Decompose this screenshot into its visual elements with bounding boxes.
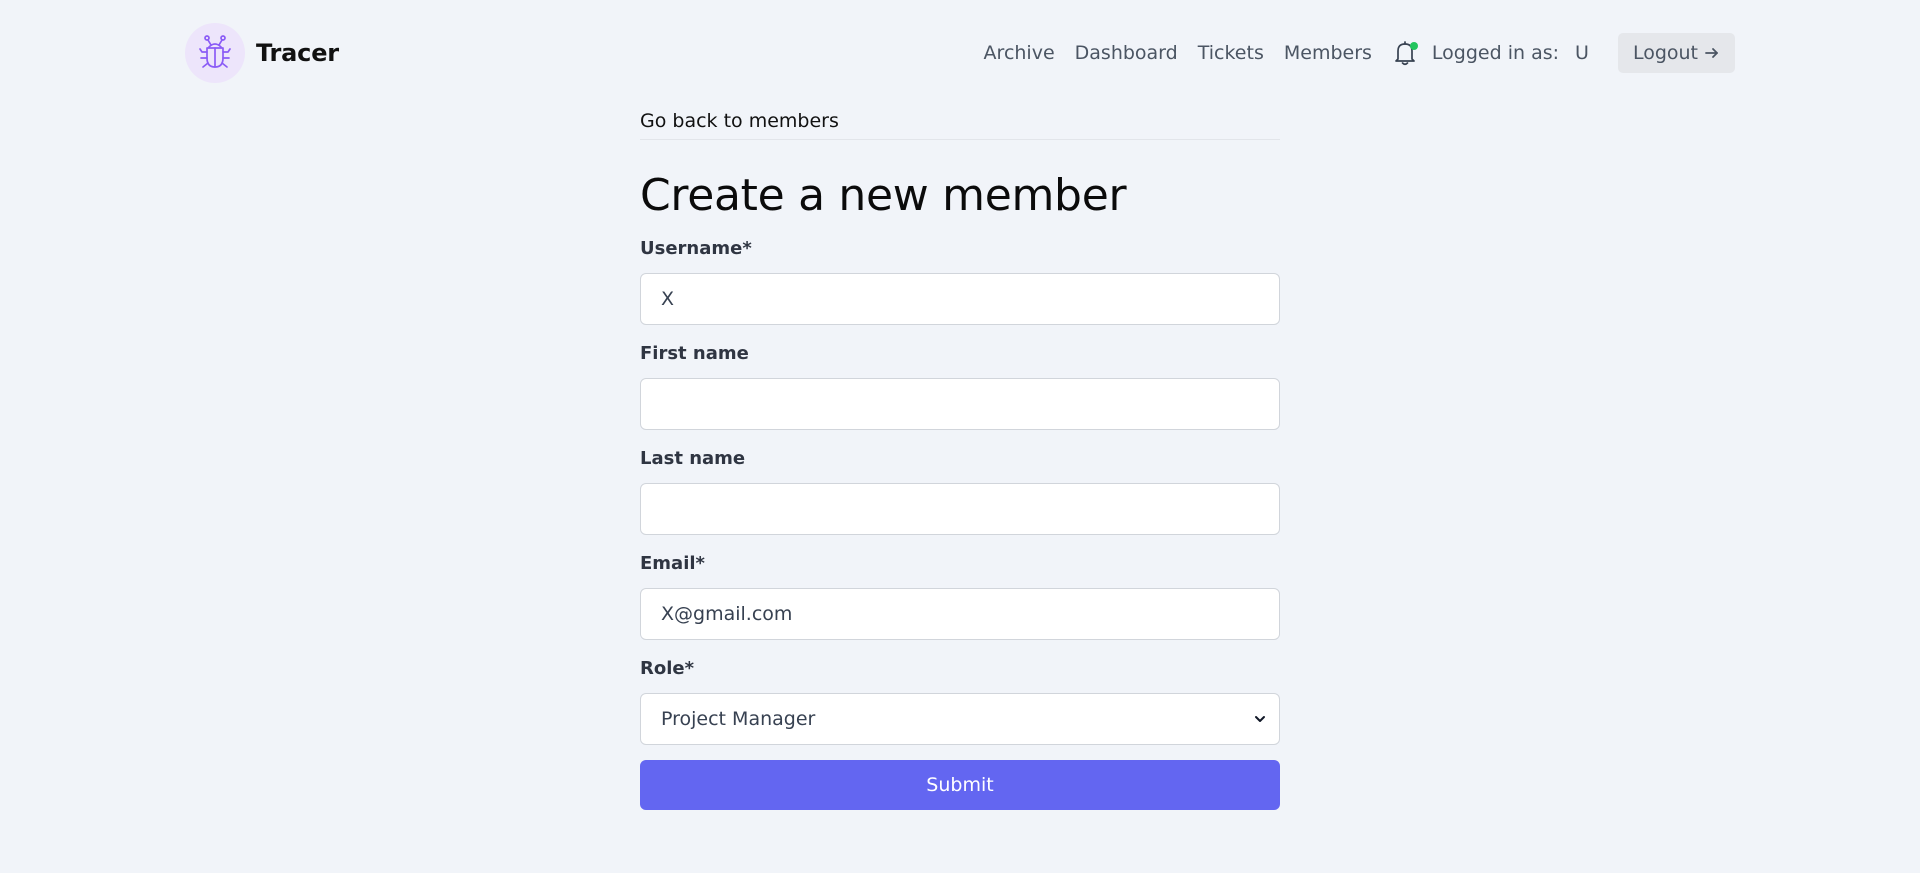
logged-in-user: U	[1575, 42, 1589, 64]
top-header: Tracer Archive Dashboard Tickets Members…	[0, 0, 1920, 100]
logout-button[interactable]: Logout	[1617, 33, 1735, 73]
logged-in-label: Logged in as:	[1431, 42, 1560, 64]
nav-dashboard[interactable]: Dashboard	[1075, 42, 1178, 64]
app-name: Tracer	[256, 39, 339, 67]
role-select-wrapper: Project Manager	[640, 693, 1280, 745]
last-name-input[interactable]	[640, 483, 1280, 535]
role-select[interactable]: Project Manager	[640, 693, 1280, 745]
last-name-label: Last name	[640, 448, 746, 469]
create-member-form: Go back to members Create a new member U…	[640, 110, 1280, 810]
nav-members[interactable]: Members	[1284, 42, 1372, 64]
logo-badge	[185, 23, 245, 83]
email-label: Email*	[640, 553, 705, 574]
nav-archive[interactable]: Archive	[984, 42, 1055, 64]
username-input[interactable]	[640, 273, 1280, 325]
first-name-label: First name	[640, 343, 749, 364]
notifications-button[interactable]	[1392, 38, 1418, 68]
bug-icon	[199, 35, 231, 68]
logout-label: Logout	[1632, 42, 1698, 64]
arrow-right-icon	[1705, 48, 1718, 58]
submit-button[interactable]: Submit	[640, 760, 1280, 810]
role-label: Role*	[640, 658, 695, 679]
notification-dot	[1409, 42, 1418, 50]
first-name-input[interactable]	[640, 378, 1280, 430]
username-label: Username*	[640, 238, 752, 259]
email-input[interactable]	[640, 588, 1280, 640]
app-logo[interactable]: Tracer	[185, 23, 339, 83]
back-to-members-link[interactable]: Go back to members	[640, 110, 1280, 140]
page-title: Create a new member	[640, 170, 1127, 221]
main-nav: Archive Dashboard Tickets Members Logged…	[984, 33, 1735, 73]
nav-tickets[interactable]: Tickets	[1198, 42, 1264, 64]
